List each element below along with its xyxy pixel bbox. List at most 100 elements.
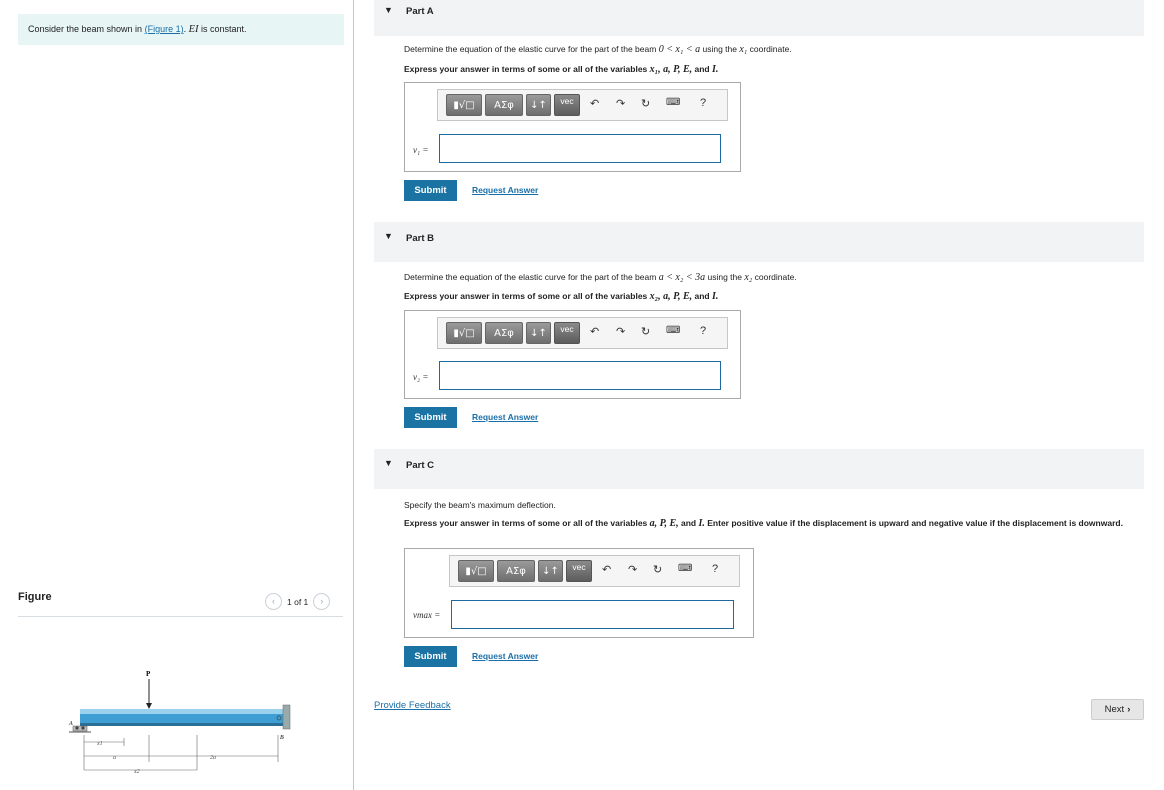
express-text: Express your answer in terms of some or … (404, 518, 650, 528)
intro-text: Consider the beam shown in (28, 24, 145, 34)
request-answer-link[interactable]: Request Answer (472, 185, 538, 195)
submit-button[interactable]: Submit (404, 407, 457, 428)
part-a-instructions: Express your answer in terms of some or … (404, 63, 718, 76)
greek-button[interactable]: ΑΣφ (485, 322, 523, 344)
templates-button[interactable]: ▮√□ (446, 94, 482, 116)
part-a-title: Part A (406, 6, 434, 17)
part-c-title: Part C (406, 460, 434, 471)
express-vars: a, P, E, (649, 518, 679, 529)
answer-input[interactable] (439, 134, 721, 163)
help-icon[interactable]: ? (712, 563, 718, 575)
math-toolbar: ▮√□ ΑΣφ ↓↑ vec ↶ ↷ ↻ ⌨ ? (437, 89, 728, 121)
redo-icon[interactable]: ↷ (616, 97, 625, 110)
part-c-question: Specify the beam's maximum deflection. (404, 500, 556, 510)
arrows-button[interactable]: ↓↑ (526, 94, 551, 116)
figure-link[interactable]: (Figure 1) (145, 24, 184, 34)
pager-text: 1 of 1 (287, 596, 309, 607)
express-last: I. (711, 64, 719, 75)
express-and: and (692, 291, 712, 301)
express-last: I. (711, 291, 719, 302)
question-text: Determine the equation of the elastic cu… (404, 272, 659, 282)
caret-down-icon[interactable]: ▼ (384, 231, 393, 241)
express-tail: Enter positive value if the displacement… (704, 518, 1123, 528)
math-toolbar: ▮√□ ΑΣφ ↓↑ vec ↶ ↷ ↻ ⌨ ? (449, 555, 740, 587)
greek-button[interactable]: ΑΣφ (485, 94, 523, 116)
next-button[interactable]: Next › (1091, 699, 1144, 720)
greek-button[interactable]: ΑΣφ (497, 560, 535, 582)
submit-button[interactable]: Submit (404, 180, 457, 201)
part-a-header[interactable]: ▼ Part A (374, 0, 1144, 36)
fixed-wall (282, 704, 291, 730)
part-c-instructions: Express your answer in terms of some or … (404, 517, 1124, 530)
reset-icon[interactable]: ↻ (641, 325, 650, 338)
question-math: 0 < x₁ < a (658, 44, 701, 55)
support-a-label: A (68, 721, 73, 727)
arrows-button[interactable]: ↓↑ (538, 560, 563, 582)
express-and: and (678, 518, 699, 528)
keyboard-icon[interactable]: ⌨ (678, 563, 692, 574)
answer-label: v₂ = (413, 372, 429, 382)
figure-label: Figure (18, 591, 52, 603)
vec-button[interactable]: vec (566, 560, 592, 582)
undo-icon[interactable]: ↶ (602, 563, 611, 576)
panel-divider (353, 0, 354, 790)
templates-button[interactable]: ▮√□ (458, 560, 494, 582)
arrows-button[interactable]: ↓↑ (526, 322, 551, 344)
express-text: Express your answer in terms of some or … (404, 64, 650, 74)
two-a-label: 2a (210, 755, 216, 761)
pin (75, 726, 79, 730)
chevron-left-icon[interactable]: ‹ (265, 593, 282, 610)
part-b-header[interactable]: ▼ Part B (374, 222, 1144, 262)
part-b-question: Determine the equation of the elastic cu… (404, 272, 797, 283)
reset-icon[interactable]: ↻ (641, 97, 650, 110)
caret-down-icon[interactable]: ▼ (384, 458, 393, 468)
question-end: coordinate. (747, 44, 792, 54)
undo-icon[interactable]: ↶ (590, 325, 599, 338)
intro-math: EI (188, 24, 199, 35)
express-vars: x₂, a, P, E, (649, 291, 693, 302)
question-end: coordinate. (752, 272, 797, 282)
redo-icon[interactable]: ↷ (628, 563, 637, 576)
templates-button[interactable]: ▮√□ (446, 322, 482, 344)
express-and: and (692, 64, 712, 74)
question-math: a < x₂ < 3a (658, 272, 706, 283)
figure-pager: ‹ 1 of 1 › (265, 593, 331, 610)
beam-bottom (80, 723, 285, 726)
provide-feedback-link[interactable]: Provide Feedback (374, 700, 451, 711)
vec-button[interactable]: vec (554, 322, 580, 344)
request-answer-link[interactable]: Request Answer (472, 412, 538, 422)
question-text: Determine the equation of the elastic cu… (404, 44, 659, 54)
load-label: P (146, 670, 151, 678)
part-a-question: Determine the equation of the elastic cu… (404, 44, 792, 55)
chevron-right-icon: › (1127, 704, 1131, 715)
part-b-instructions: Express your answer in terms of some or … (404, 290, 718, 303)
answer-input[interactable] (451, 600, 734, 629)
vec-button[interactable]: vec (554, 94, 580, 116)
caret-down-icon[interactable]: ▼ (384, 5, 393, 15)
intro-text-after: is constant. (198, 24, 247, 34)
question-text-2: using the (700, 44, 740, 54)
load-arrowhead (146, 703, 152, 709)
redo-icon[interactable]: ↷ (616, 325, 625, 338)
pin-2 (81, 726, 85, 730)
question-text-2: using the (705, 272, 745, 282)
submit-button[interactable]: Submit (404, 646, 457, 667)
x2-label: x2 (133, 769, 140, 775)
request-answer-link[interactable]: Request Answer (472, 651, 538, 661)
help-icon[interactable]: ? (700, 325, 706, 337)
x1-label: x1 (96, 741, 103, 747)
keyboard-icon[interactable]: ⌨ (666, 97, 680, 108)
chevron-right-icon[interactable]: › (313, 593, 331, 610)
keyboard-icon[interactable]: ⌨ (666, 325, 680, 336)
part-a-answer-box: ▮√□ ΑΣφ ↓↑ vec ↶ ↷ ↻ ⌨ ? v₁ = (404, 82, 741, 172)
problem-statement: Consider the beam shown in (Figure 1). E… (18, 14, 344, 45)
part-c-header[interactable]: ▼ Part C (374, 449, 1144, 489)
express-vars: x₁, a, P, E, (649, 64, 693, 75)
undo-icon[interactable]: ↶ (590, 97, 599, 110)
pin-support (72, 725, 88, 732)
help-icon[interactable]: ? (700, 97, 706, 109)
reset-icon[interactable]: ↻ (653, 563, 662, 576)
answer-input[interactable] (439, 361, 721, 390)
divider (18, 616, 343, 617)
express-text: Express your answer in terms of some or … (404, 291, 650, 301)
